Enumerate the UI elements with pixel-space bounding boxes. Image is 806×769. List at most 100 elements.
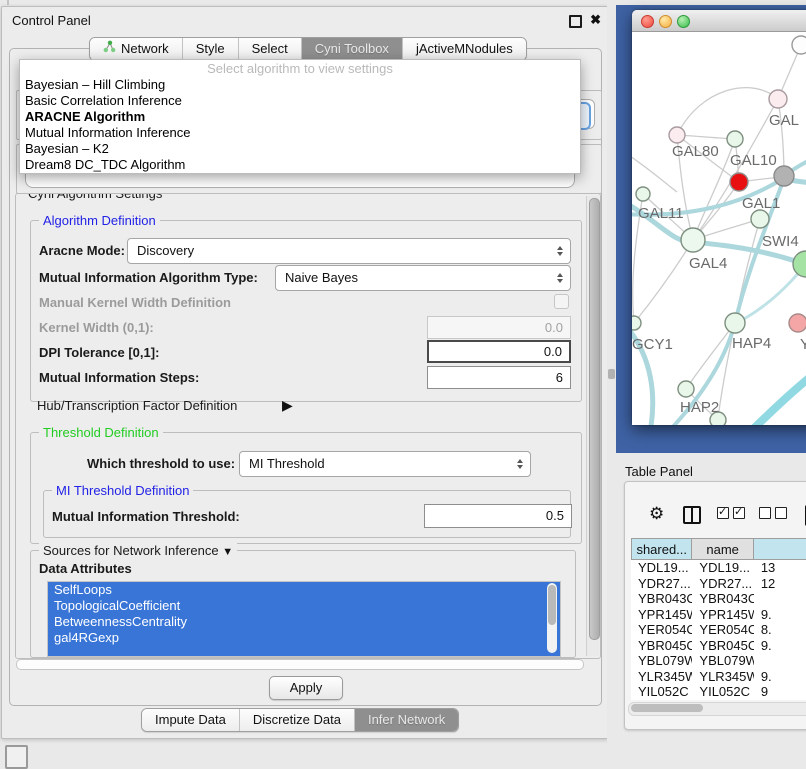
divider-handle[interactable] (608, 369, 615, 379)
tab-discretize-data[interactable]: Discretize Data (239, 709, 354, 731)
network-node-gal10[interactable] (727, 131, 743, 147)
table-row[interactable]: YLR345WYLR345W9. (631, 669, 806, 685)
network-node-swi4[interactable] (793, 251, 806, 277)
which-threshold-combobox[interactable]: MI Threshold (239, 451, 531, 477)
network-node[interactable] (774, 166, 794, 186)
network-window-titlebar[interactable] (632, 10, 806, 32)
tab-label: Select (252, 38, 288, 60)
network-node-gcy1[interactable] (632, 316, 641, 330)
table-header-cell[interactable]: shared... (631, 538, 692, 560)
network-node-gal80[interactable] (669, 127, 685, 143)
mi-threshold-input[interactable]: 0.5 (424, 504, 572, 528)
column-layout-icon[interactable] (683, 506, 701, 524)
tab-infer-network[interactable]: Infer Network (354, 709, 458, 731)
node-label: GAL1 (742, 195, 780, 212)
mi-type-combobox[interactable]: Naive Bayes (275, 265, 571, 291)
network-node-hap2[interactable] (678, 381, 694, 397)
deselect-all-columns-icon[interactable] (759, 507, 787, 519)
table-header-cell[interactable]: name (692, 538, 753, 560)
attribute-item[interactable]: gal4RGexp (48, 630, 560, 646)
gear-icon[interactable]: ⚙ (649, 504, 664, 524)
hub-definition-label[interactable]: Hub/Transcription Factor Definition (37, 398, 237, 413)
tab-style[interactable]: Style (182, 38, 238, 60)
algorithm-option[interactable]: Mutual Information Inference (20, 125, 580, 141)
table-cell: 12 (754, 576, 806, 592)
algorithm-option[interactable]: Dream8 DC_TDC Algorithm (20, 157, 580, 173)
mi-threshold-label: Mutual Information Threshold: (52, 509, 240, 524)
table-row[interactable]: YBR043CYBR043C (631, 591, 806, 607)
table-row[interactable]: YBR045CYBR045C9. (631, 638, 806, 654)
mi-threshold-group: MI Threshold Definition Mutual Informati… (43, 490, 571, 538)
node-label: HAP2 (680, 399, 719, 416)
table-row[interactable]: YDR27...YDR27...12 (631, 576, 806, 592)
table-cell: YER054C (692, 622, 753, 638)
dpi-tolerance-input[interactable]: 0.0 (427, 340, 571, 363)
node-label: GCY1 (632, 336, 673, 353)
apply-button[interactable]: Apply (269, 676, 343, 700)
tab-jactivemnodules[interactable]: jActiveMNodules (402, 38, 526, 60)
table-horizontal-scrollbar[interactable] (628, 702, 806, 716)
table-row[interactable]: YBL079WYBL079W (631, 653, 806, 669)
which-threshold-label: Which threshold to use: (87, 456, 235, 471)
network-edge (677, 88, 778, 135)
tab-network[interactable]: Network (90, 38, 182, 60)
algorithm-option[interactable]: Basic Correlation Inference (20, 93, 580, 109)
node-label: GAL (769, 112, 799, 129)
window-close-button[interactable] (641, 15, 654, 28)
network-node-gal11[interactable] (636, 187, 650, 201)
table-cell: YBL079W (692, 653, 753, 669)
table-row[interactable]: YER054CYER054C8. (631, 622, 806, 638)
float-window-icon[interactable] (569, 15, 582, 28)
algorithm-option[interactable]: Bayesian – K2 (20, 141, 580, 157)
select-all-columns-icon[interactable] (717, 507, 745, 519)
aracne-mode-combobox[interactable]: Discovery (127, 238, 571, 264)
mi-type-value: Naive Bayes (285, 270, 358, 285)
table-cell (754, 591, 806, 607)
data-attributes-list[interactable]: SelfLoopsTopologicalCoefficientBetweenne… (47, 581, 561, 657)
settings-horizontal-scrollbar[interactable] (16, 659, 584, 670)
attribute-item[interactable]: TopologicalCoefficient (48, 598, 560, 614)
network-node-hap4[interactable] (725, 313, 745, 333)
attribute-item[interactable]: SelfLoops (48, 582, 560, 598)
tab-cyni-toolbox[interactable]: Cyni Toolbox (301, 38, 402, 60)
table-row[interactable]: YDL19...YDL19...13 (631, 560, 806, 576)
table-row[interactable]: YPR145WYPR145W9. (631, 607, 806, 623)
network-node-y[interactable] (789, 314, 806, 332)
threshold-definition-group: Threshold Definition Which threshold to … (30, 432, 582, 544)
network-node-gal[interactable] (769, 90, 787, 108)
network-node[interactable] (792, 36, 806, 54)
mi-steps-input[interactable]: 6 (427, 366, 571, 389)
kernel-width-input[interactable]: 0.0 (427, 316, 571, 339)
tab-select[interactable]: Select (238, 38, 301, 60)
expand-down-icon[interactable]: ▼ (222, 546, 233, 558)
node-label: SWI4 (762, 233, 799, 250)
collapsed-panel-button[interactable] (5, 745, 28, 769)
network-edge (750, 360, 806, 425)
table-row[interactable]: YIL052CYIL052C9 (631, 684, 806, 700)
network-node[interactable] (730, 173, 748, 191)
algorithm-option[interactable]: Bayesian – Hill Climbing (20, 77, 580, 93)
manual-kernel-checkbox[interactable] (554, 294, 569, 309)
algorithm-option[interactable]: ARACNE Algorithm (20, 109, 580, 125)
network-node-gal4[interactable] (681, 228, 705, 252)
window-minimize-button[interactable] (659, 15, 672, 28)
tab-impute-data[interactable]: Impute Data (142, 709, 239, 731)
aracne-mode-label: Aracne Mode: (39, 243, 125, 258)
attributes-scrollbar[interactable] (547, 583, 557, 653)
network-canvas[interactable]: GALGAL80GAL10GAL1GAL11GAL4SWI4HAP4YGCY1H… (632, 32, 806, 425)
expand-right-icon[interactable]: ▶ (282, 397, 293, 414)
attribute-item[interactable]: BetweennessCentrality (48, 614, 560, 630)
window-zoom-button[interactable] (677, 15, 690, 28)
popup-placeholder: Select algorithm to view settings (20, 60, 580, 77)
table-header-cell[interactable] (754, 538, 806, 560)
node-label: GAL11 (638, 205, 684, 222)
network-node-gal1[interactable] (751, 210, 769, 228)
algorithm-definition-title: Algorithm Definition (39, 213, 160, 228)
close-icon[interactable]: ✖ (590, 12, 601, 28)
table-cell: YLR345W (631, 669, 692, 685)
node-label: HAP4 (732, 335, 771, 352)
mi-steps-label: Mutual Information Steps: (39, 370, 199, 385)
table-cell: YIL052C (692, 684, 753, 700)
sources-group: Sources for Network Inference ▼ Data Att… (30, 550, 576, 658)
settings-vertical-scrollbar[interactable] (586, 196, 599, 656)
